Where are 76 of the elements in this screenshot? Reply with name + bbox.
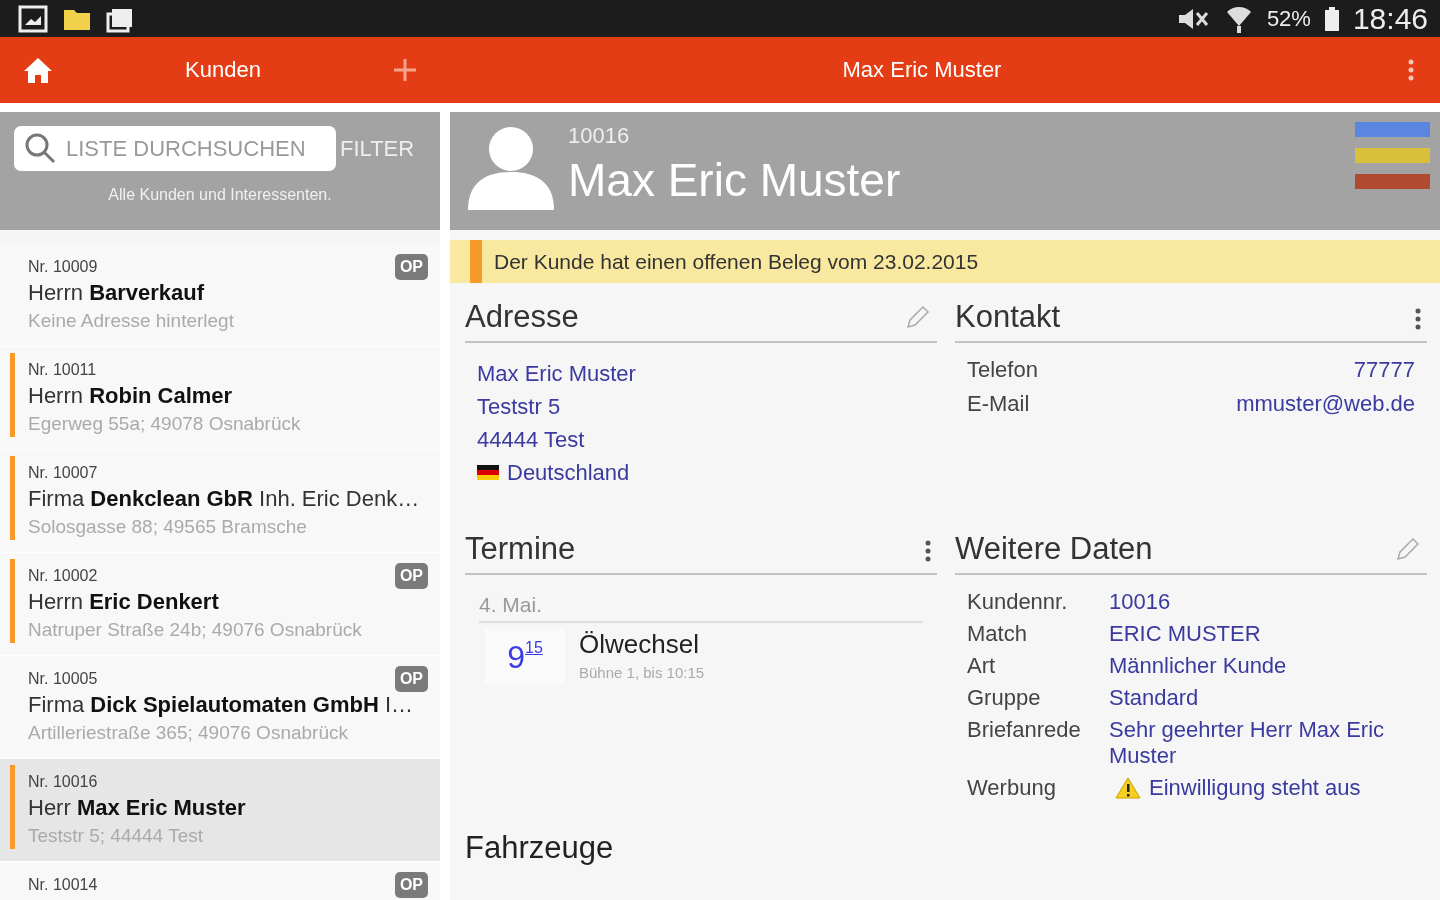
- clock-time: 18:46: [1352, 1, 1428, 36]
- customer-name: Firma Dick Spielautomaten GmbH I…: [28, 692, 415, 718]
- address-line[interactable]: Deutschland: [507, 459, 630, 486]
- open-item-badge: OP: [394, 563, 428, 589]
- customer-name: Herrn Barverkauf: [28, 280, 206, 306]
- customer-name: Herr Max Eric Muster: [28, 795, 247, 821]
- appointment-hour: 9: [507, 638, 525, 676]
- address-line[interactable]: Max Eric Muster: [477, 360, 636, 387]
- field-value[interactable]: 10016: [1109, 589, 1171, 615]
- open-item-badge: OP: [394, 666, 428, 692]
- customer-number: Nr. 10016: [28, 773, 98, 791]
- search-field[interactable]: LISTE DURCHSUCHEN: [14, 126, 336, 171]
- open-item-badge: OP: [394, 254, 428, 280]
- battery-icon: [1324, 6, 1339, 31]
- customer-number: Nr. 10002: [28, 567, 98, 585]
- detail-title: Max Eric Muster: [841, 57, 1003, 83]
- pencil-icon: [905, 304, 931, 330]
- customer-number: 10016: [568, 123, 631, 149]
- customer-address: Teststr 5; 44444 Test: [28, 825, 204, 847]
- battery-percentage: 52%: [1266, 5, 1311, 32]
- customer-name: Herrn Robin Calmer: [28, 383, 234, 409]
- customer-number: Nr. 10014: [28, 876, 98, 894]
- section-title: Fahrzeuge: [465, 830, 614, 865]
- home-icon: [22, 56, 54, 84]
- appointment-title: Ölwechsel: [579, 629, 700, 660]
- customer-number: Nr. 10009: [28, 258, 98, 276]
- customer-name: Herrn Eric Denkert: [28, 589, 220, 615]
- field-label: Telefon: [967, 357, 1038, 383]
- customer-number: Nr. 10005: [28, 670, 98, 688]
- field-value[interactable]: Standard: [1109, 685, 1199, 711]
- section-title: Kontakt: [955, 299, 1061, 335]
- customer-address: Solosgasse 88; 49565 Bramsche: [28, 516, 308, 538]
- customer-address: Natruper Straße 24b; 49076 Osnabrück: [28, 619, 363, 641]
- customer-name: Max Eric Muster: [568, 153, 901, 207]
- more-icon: [925, 540, 931, 562]
- more-icon: [1415, 308, 1421, 330]
- customer-number: Nr. 10007: [28, 464, 98, 482]
- field-label: Werbung: [967, 775, 1057, 801]
- address-line[interactable]: 44444 Test: [477, 426, 585, 453]
- date-header: 4. Mai.: [479, 593, 923, 623]
- pencil-icon: [1395, 536, 1421, 562]
- address-line[interactable]: Teststr 5: [477, 393, 561, 420]
- customer-name: Firma Denkclean GbR Inh. Eric Denk…: [28, 486, 421, 512]
- field-label: Kundennr.: [967, 589, 1069, 615]
- notice-text: Der Kunde hat einen offenen Beleg vom 23.02.2015: [494, 249, 979, 274]
- more-icon: [1408, 58, 1414, 82]
- gallery-icon: [18, 4, 48, 33]
- field-label: Gruppe: [967, 685, 1042, 711]
- warning-icon: [1115, 777, 1141, 799]
- appointment-minute: 15: [525, 639, 543, 657]
- section-title: Weitere Daten: [955, 531, 1153, 567]
- customer-address: Keine Adresse hinterlegt: [28, 310, 235, 332]
- plus-icon: [392, 57, 418, 83]
- field-value[interactable]: mmuster@web.de: [1037, 391, 1415, 417]
- notice-marker: [470, 240, 482, 283]
- open-item-badge: OP: [394, 872, 428, 898]
- field-label: E-Mail: [967, 391, 1031, 417]
- field-value[interactable]: ERIC MUSTER: [1109, 621, 1261, 647]
- field-value[interactable]: Einwilligung steht aus: [1149, 775, 1361, 801]
- section-title: Termine: [465, 531, 576, 567]
- field-value[interactable]: Sehr geehrter Herr Max Eric Muster: [1109, 717, 1415, 769]
- field-label: Briefanrede: [967, 717, 1082, 744]
- field-label: Match: [967, 621, 1028, 647]
- appointment-details: Bühne 1, bis 10:15: [579, 664, 705, 681]
- flag-icon: [477, 465, 499, 480]
- customer-list-item[interactable]: Nr. 10016 Herr Max Eric Muster Teststr 5; 44444 Test: [0, 759, 440, 862]
- field-label: Art: [967, 653, 997, 679]
- section-title: Adresse: [465, 299, 579, 335]
- list-hint: Alle Kunden und Interessenten.: [107, 186, 333, 204]
- field-value[interactable]: 77777: [1037, 357, 1415, 383]
- customer-address: Egerweg 55a; 49078 Osnabrück: [28, 413, 302, 435]
- screen-title: Kunden: [184, 57, 262, 83]
- search-icon: [24, 132, 56, 164]
- customer-address: Artilleriestraße 365; 49076 Osnabrück: [28, 722, 349, 744]
- customer-number: Nr. 10011: [28, 361, 97, 379]
- field-value[interactable]: Männlicher Kunde: [1109, 653, 1287, 679]
